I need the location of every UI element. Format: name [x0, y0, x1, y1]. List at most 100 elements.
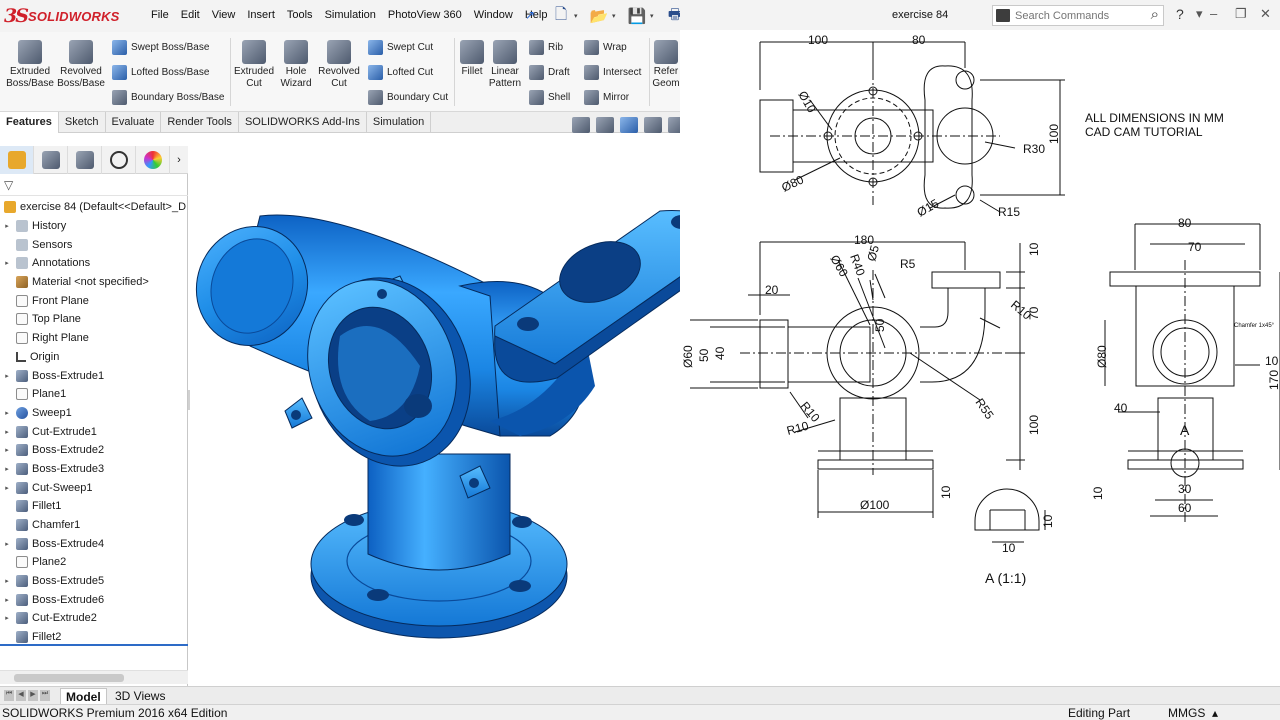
featuremanager-tab[interactable] — [0, 146, 34, 174]
tree-item-front-plane[interactable]: Front Plane — [0, 291, 188, 310]
open-dropdown-icon[interactable]: ▾ — [612, 12, 620, 20]
extruded-boss-button[interactable]: Extruded Boss/Base — [4, 40, 56, 90]
new-dropdown-icon[interactable]: ▾ — [574, 12, 582, 20]
tree-root-part[interactable]: exercise 84 (Default<<Default>_D — [0, 198, 188, 217]
pin-icon[interactable]: ↗ — [525, 8, 535, 22]
new-document-icon[interactable]: 🗋 — [548, 4, 574, 28]
search-icon[interactable]: ⌕ — [1151, 6, 1159, 23]
rollback-bar[interactable] — [0, 644, 188, 646]
tab-sketch[interactable]: Sketch — [59, 112, 106, 133]
tree-item-plane2[interactable]: Plane2 — [0, 553, 188, 572]
expand-arrow-icon[interactable]: ▸ — [2, 222, 12, 230]
tree-item-history[interactable]: ▸ History — [0, 217, 188, 236]
tree-item-cut-sweep1[interactable]: ▸ Cut-Sweep1 — [0, 478, 188, 497]
lofted-cut-button[interactable]: Lofted Cut — [368, 65, 433, 80]
minimize-icon[interactable]: – — [1210, 6, 1217, 21]
menu-window[interactable]: Window — [468, 9, 519, 25]
help-button[interactable]: ? — [1176, 6, 1184, 22]
tree-item-material-not-specified[interactable]: Material <not specified> — [0, 273, 188, 292]
open-folder-icon[interactable]: 📂 — [586, 4, 612, 28]
fillet-button[interactable]: Fillet — [457, 40, 487, 78]
tree-item-cut-extrude2[interactable]: ▸ Cut-Extrude2 — [0, 609, 188, 628]
zoom-to-area-icon[interactable] — [596, 117, 614, 133]
tree-item-boss-extrude4[interactable]: ▸ Boss-Extrude4 — [0, 534, 188, 553]
close-icon[interactable]: ✕ — [1260, 6, 1271, 22]
filter-icon[interactable]: ▽ — [4, 178, 13, 192]
swept-cut-button[interactable]: Swept Cut — [368, 40, 433, 55]
tab-simulation[interactable]: Simulation — [367, 112, 432, 133]
hole-wizard-button[interactable]: Hole Wizard — [277, 40, 315, 90]
mirror-button[interactable]: Mirror — [584, 90, 629, 105]
menu-simulation[interactable]: Simulation — [319, 9, 382, 25]
tab-3d-views[interactable]: 3D Views — [110, 688, 170, 705]
horizontal-scrollbar[interactable] — [0, 670, 188, 684]
expand-arrow-icon[interactable]: ▸ — [2, 577, 12, 585]
tree-item-sensors[interactable]: Sensors — [0, 235, 188, 254]
menu-insert[interactable]: Insert — [241, 9, 281, 25]
units-dropdown-icon[interactable]: ▴ — [1212, 706, 1218, 720]
more-tabs-chevron-icon[interactable]: › — [170, 146, 188, 174]
part-3d-model[interactable] — [190, 136, 715, 686]
tab-features[interactable]: Features — [0, 112, 59, 133]
save-icon[interactable]: 💾 — [624, 4, 650, 28]
expand-arrow-icon[interactable]: ▸ — [2, 259, 12, 267]
expand-arrow-icon[interactable]: ▸ — [2, 446, 12, 454]
solidworks-logo[interactable]: 3S SOLIDWORKS — [4, 5, 130, 27]
tab-evaluate[interactable]: Evaluate — [106, 112, 162, 133]
tree-item-boss-extrude2[interactable]: ▸ Boss-Extrude2 — [0, 441, 188, 460]
extruded-cut-button[interactable]: Extruded Cut — [233, 40, 275, 90]
status-units[interactable]: MMGS — [1168, 706, 1205, 720]
draft-button[interactable]: Draft — [529, 65, 570, 80]
boundary-cut-button[interactable]: Boundary Cut — [368, 90, 448, 105]
scrollbar-thumb[interactable] — [14, 674, 124, 682]
tab-addins[interactable]: SOLIDWORKS Add-Ins — [239, 112, 367, 133]
intersect-button[interactable]: Intersect — [584, 65, 641, 80]
restore-icon[interactable]: ❐ — [1235, 6, 1247, 22]
graphics-area[interactable] — [190, 136, 715, 686]
tree-item-top-plane[interactable]: Top Plane — [0, 310, 188, 329]
tree-item-chamfer1[interactable]: Chamfer1 — [0, 516, 188, 535]
tab-model[interactable]: Model — [60, 688, 107, 705]
search-input[interactable] — [1015, 8, 1133, 23]
lofted-boss-button[interactable]: Lofted Boss/Base — [112, 65, 209, 80]
section-view-icon[interactable] — [644, 117, 662, 133]
revolved-boss-button[interactable]: Revolved Boss/Base — [56, 40, 106, 90]
dimxpert-tab[interactable] — [102, 146, 136, 174]
save-dropdown-icon[interactable]: ▾ — [650, 12, 658, 20]
expand-arrow-icon[interactable]: ▸ — [2, 614, 12, 622]
tree-item-boss-extrude6[interactable]: ▸ Boss-Extrude6 — [0, 590, 188, 609]
linear-pattern-button[interactable]: Linear Pattern — [488, 40, 522, 90]
revolved-cut-button[interactable]: Revolved Cut — [316, 40, 362, 90]
configurationmanager-tab[interactable] — [68, 146, 102, 174]
tree-item-boss-extrude3[interactable]: ▸ Boss-Extrude3 — [0, 460, 188, 479]
wrap-button[interactable]: Wrap — [584, 40, 627, 55]
propertymanager-tab[interactable] — [34, 146, 68, 174]
search-scope-icon[interactable] — [996, 9, 1010, 22]
expand-arrow-icon[interactable]: ▸ — [2, 540, 12, 548]
tree-item-annotations[interactable]: ▸ Annotations — [0, 254, 188, 273]
menu-edit[interactable]: Edit — [175, 9, 206, 25]
boundary-boss-button[interactable]: Boundary Boss/Base — [112, 90, 224, 105]
feature-tree-filter[interactable]: ▽ — [0, 174, 188, 196]
first-tab-icon[interactable]: ⏮ — [4, 690, 14, 701]
zoom-to-fit-icon[interactable] — [572, 117, 590, 133]
tree-item-plane1[interactable]: Plane1 — [0, 385, 188, 404]
display-manager-tab[interactable] — [136, 146, 170, 174]
last-tab-icon[interactable]: ⏭ — [40, 690, 50, 701]
help-dropdown-icon[interactable]: ▾ — [1196, 6, 1203, 22]
tree-item-cut-extrude1[interactable]: ▸ Cut-Extrude1 — [0, 422, 188, 441]
expand-arrow-icon[interactable]: ▸ — [2, 428, 12, 436]
reference-geometry-button[interactable]: Refer Geom — [652, 40, 680, 90]
previous-view-icon[interactable] — [620, 117, 638, 133]
tree-item-boss-extrude5[interactable]: ▸ Boss-Extrude5 — [0, 572, 188, 591]
expand-arrow-icon[interactable]: ▸ — [2, 596, 12, 604]
next-tab-icon[interactable]: ▶ — [28, 690, 38, 701]
expand-arrow-icon[interactable]: ▸ — [2, 372, 12, 380]
previous-tab-icon[interactable]: ◀ — [16, 690, 26, 701]
tree-item-sweep1[interactable]: ▸ Sweep1 — [0, 404, 188, 423]
menu-view[interactable]: View — [206, 9, 242, 25]
search-commands[interactable]: ⌕ — [992, 5, 1164, 26]
expand-arrow-icon[interactable]: ▸ — [2, 409, 12, 417]
tree-item-origin[interactable]: Origin — [0, 348, 188, 367]
tree-item-boss-extrude1[interactable]: ▸ Boss-Extrude1 — [0, 366, 188, 385]
